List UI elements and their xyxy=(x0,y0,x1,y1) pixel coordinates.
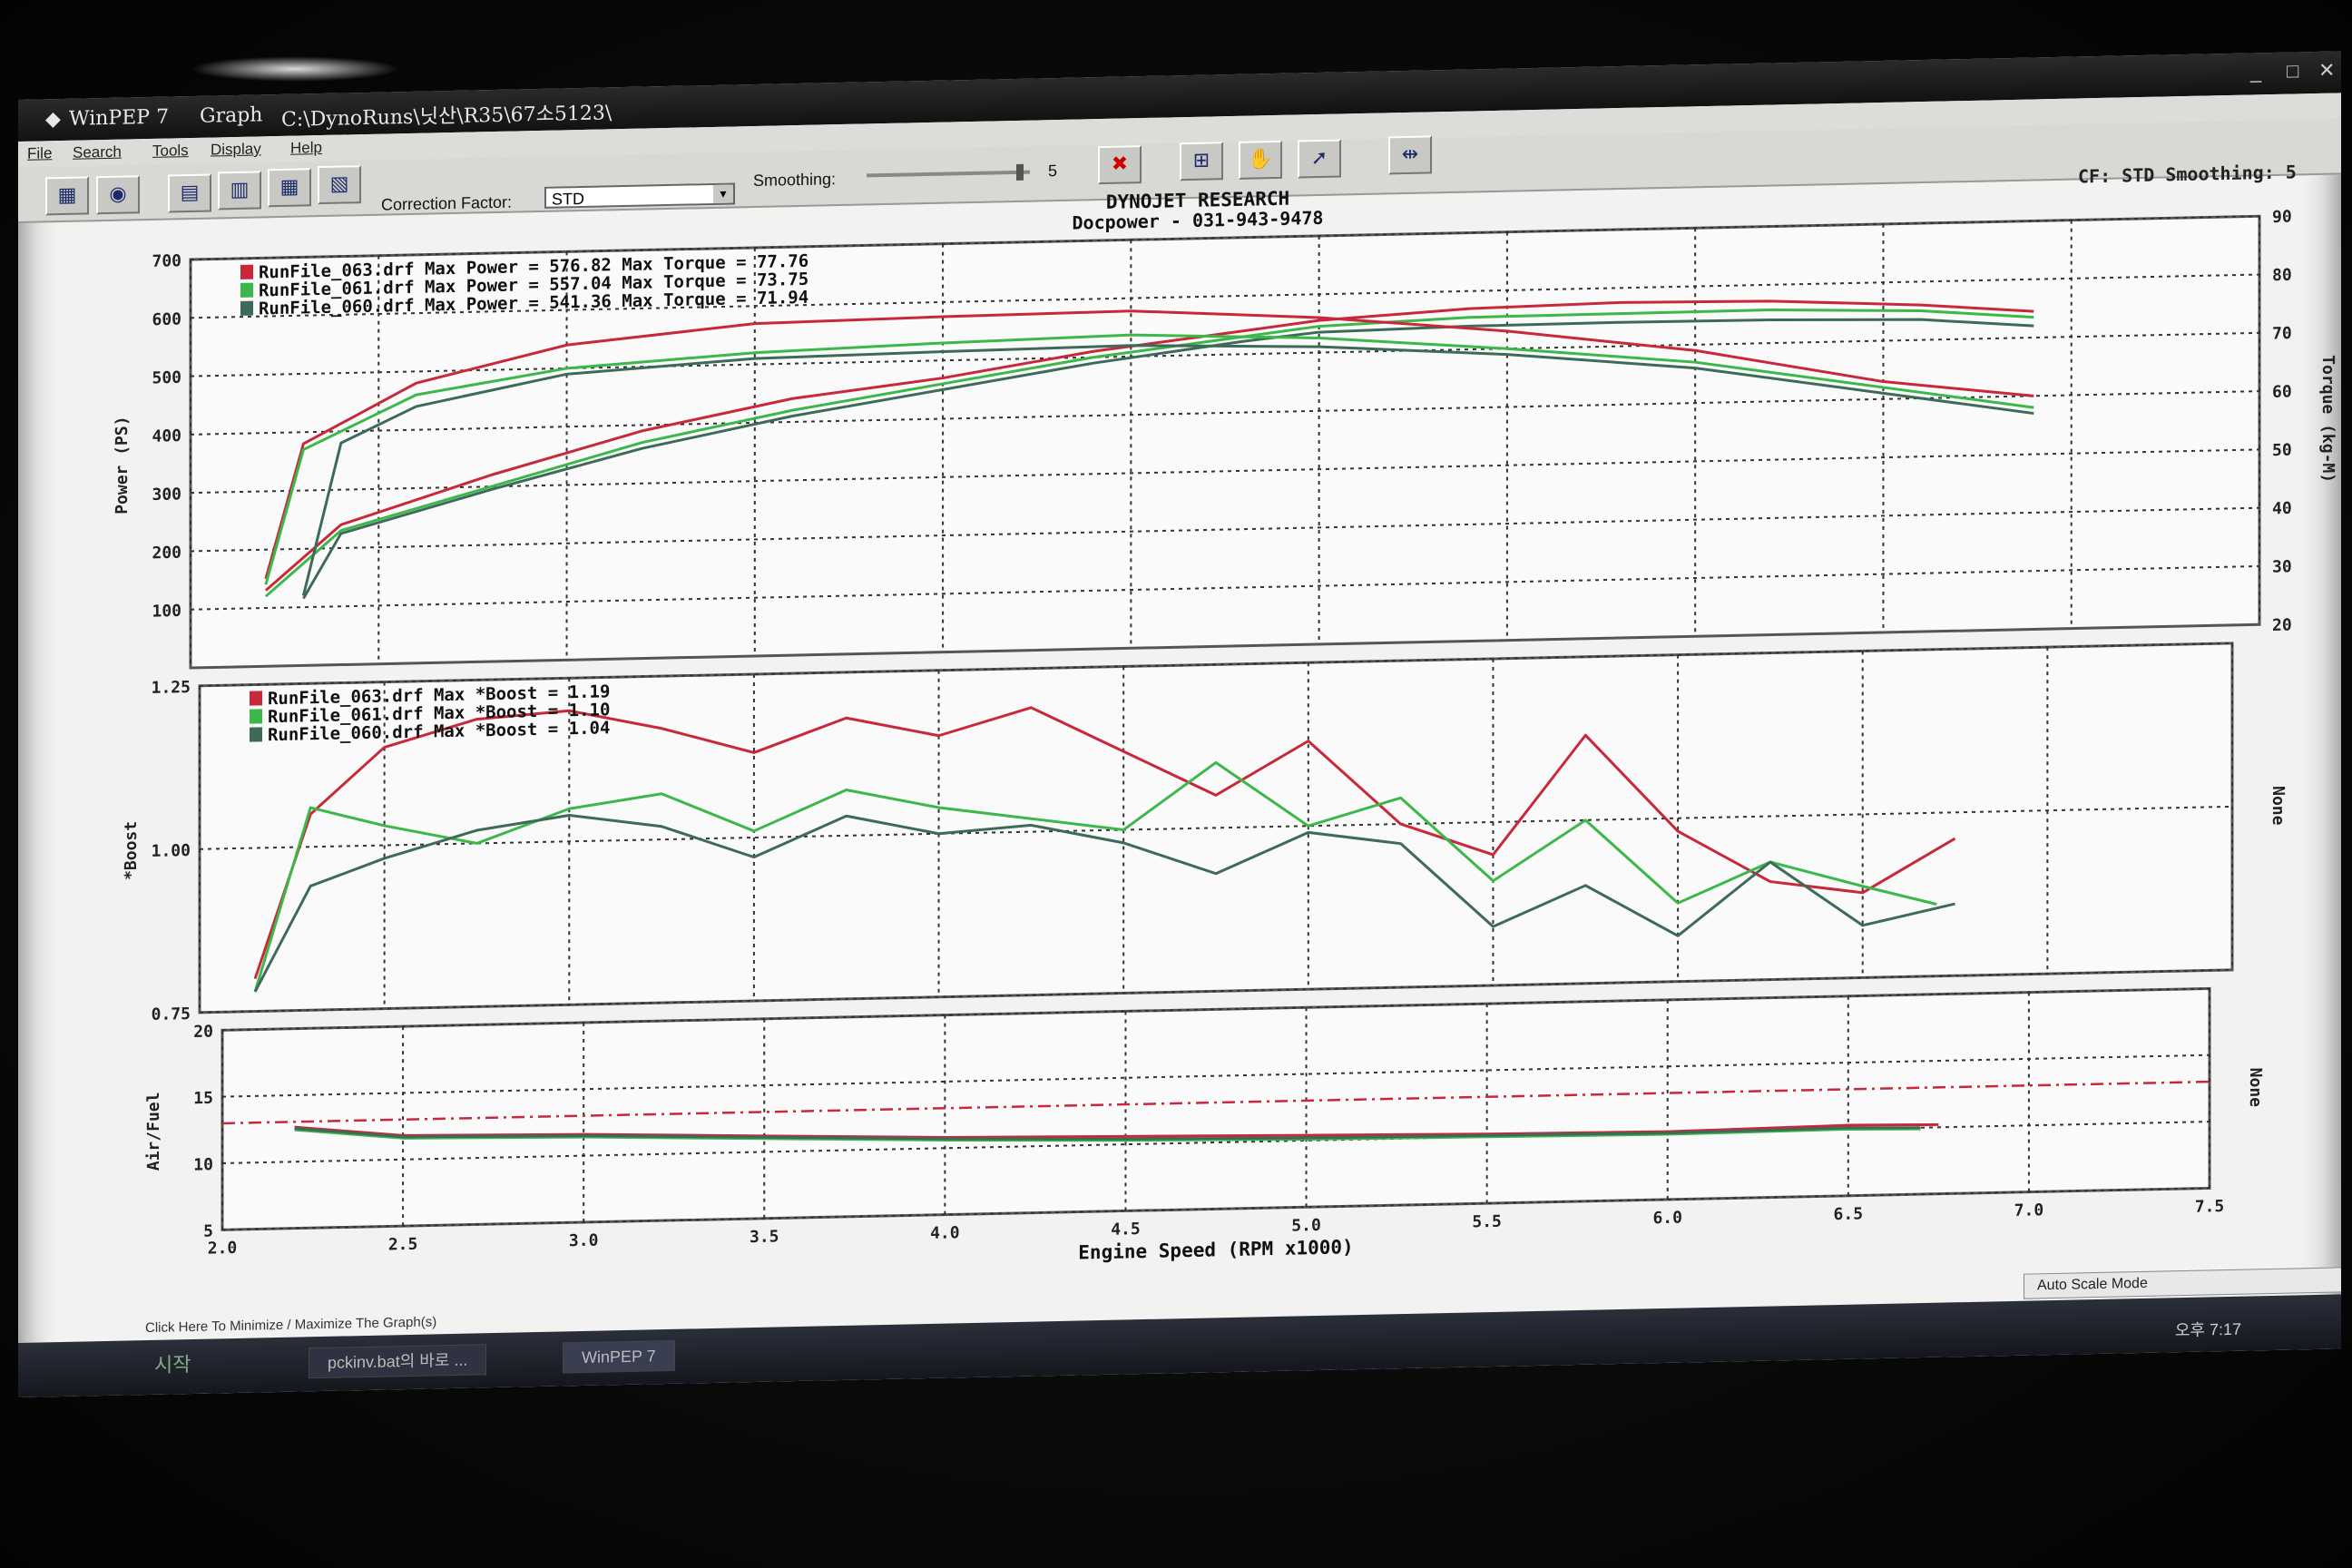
x-tick-label: 6.5 xyxy=(1834,1204,1864,1224)
panel-afr: 5101520Air/FuelNone2.0 2.5 3.0 3.5 4.0 4.5 5.0… xyxy=(144,986,2265,1264)
screen-glare xyxy=(191,56,399,82)
y-tick-label: 100 xyxy=(152,602,181,622)
y-tick-label: 500 xyxy=(152,368,181,388)
x-tick-label: 6.0 xyxy=(1652,1209,1682,1229)
y-tick-label: 600 xyxy=(152,310,181,330)
y-tick-label: 700 xyxy=(152,251,181,271)
dyno-graphs[interactable]: 100 200 300 400 500 600 700 20 30 40 50 60 70 80 90 Pow… xyxy=(18,51,2341,1343)
x-tick-label: 2.5 xyxy=(388,1235,418,1255)
x-tick-label: 4.5 xyxy=(1111,1220,1141,1240)
tray-clock: 오후 7:17 xyxy=(2174,1319,2241,1340)
x-tick-label: 3.0 xyxy=(569,1231,599,1251)
x-axis-label: Engine Speed (RPM x1000) xyxy=(1078,1236,1353,1263)
x-tick-label: 2.0 xyxy=(208,1239,238,1259)
legend-swatch xyxy=(240,300,253,316)
x-tick-label: 7.0 xyxy=(2014,1200,2044,1220)
taskbar-item-winpep[interactable]: WinPEP 7 xyxy=(563,1339,675,1374)
y-tick-label: 300 xyxy=(152,485,181,505)
y2-tick-label: 20 xyxy=(2272,616,2292,635)
taskbar-item-bat[interactable]: pckinv.bat의 바로 ... xyxy=(309,1344,487,1379)
panel-power: 100 200 300 400 500 600 700 20 30 40 50 60 70 80 90 Pow… xyxy=(113,208,2337,670)
y-tick-label: 10 xyxy=(193,1155,213,1174)
y2-tick-label: 60 xyxy=(2272,382,2292,401)
x-tick-label: 5.5 xyxy=(1472,1212,1502,1232)
y-tick-label: 1.00 xyxy=(152,841,191,861)
legend-swatch xyxy=(250,727,262,742)
y2-tick-label: 30 xyxy=(2272,557,2292,576)
y2-tick-label: 80 xyxy=(2272,266,2292,285)
x-tick-label: 7.5 xyxy=(2195,1197,2225,1217)
legend-swatch xyxy=(250,709,262,724)
start-button[interactable]: 시작 xyxy=(154,1348,191,1378)
y-tick-label: 20 xyxy=(193,1022,213,1041)
y2-tick-label: 90 xyxy=(2272,208,2292,227)
y-tick-label: 400 xyxy=(152,426,181,446)
y-tick-label: 1.25 xyxy=(152,678,191,698)
legend-swatch xyxy=(240,264,253,279)
panel-boost: 0.751.001.25*BoostNoneRunFile_063.drf Ma… xyxy=(122,642,2288,1024)
y-tick-label: 200 xyxy=(152,544,181,564)
panel-frame-afr xyxy=(220,986,2211,1231)
y2-tick-label: 70 xyxy=(2272,324,2292,343)
legend-swatch xyxy=(250,691,262,706)
y2-tick-label: 40 xyxy=(2272,499,2292,518)
y2-axis-label: None xyxy=(2269,786,2288,826)
y-tick-label: 0.75 xyxy=(152,1004,191,1024)
x-tick-label: 3.5 xyxy=(750,1227,779,1247)
screen: ◆ WinPEP 7 Graph C:\DynoRuns\닛산\R35\67소5… xyxy=(18,51,2341,1398)
y-axis-label: Air/Fuel xyxy=(144,1092,163,1171)
y-axis-label: *Boost xyxy=(122,821,141,880)
y-axis-label: Power (PS) xyxy=(113,416,132,514)
y2-axis-label: Torque (kg-M) xyxy=(2318,355,2337,483)
x-tick-label: 5.0 xyxy=(1291,1216,1321,1236)
legend-swatch xyxy=(240,282,253,298)
y2-tick-label: 50 xyxy=(2272,441,2292,460)
y2-axis-label: None xyxy=(2246,1067,2265,1107)
x-tick-label: 4.0 xyxy=(930,1223,960,1243)
y-tick-label: 15 xyxy=(193,1089,213,1108)
